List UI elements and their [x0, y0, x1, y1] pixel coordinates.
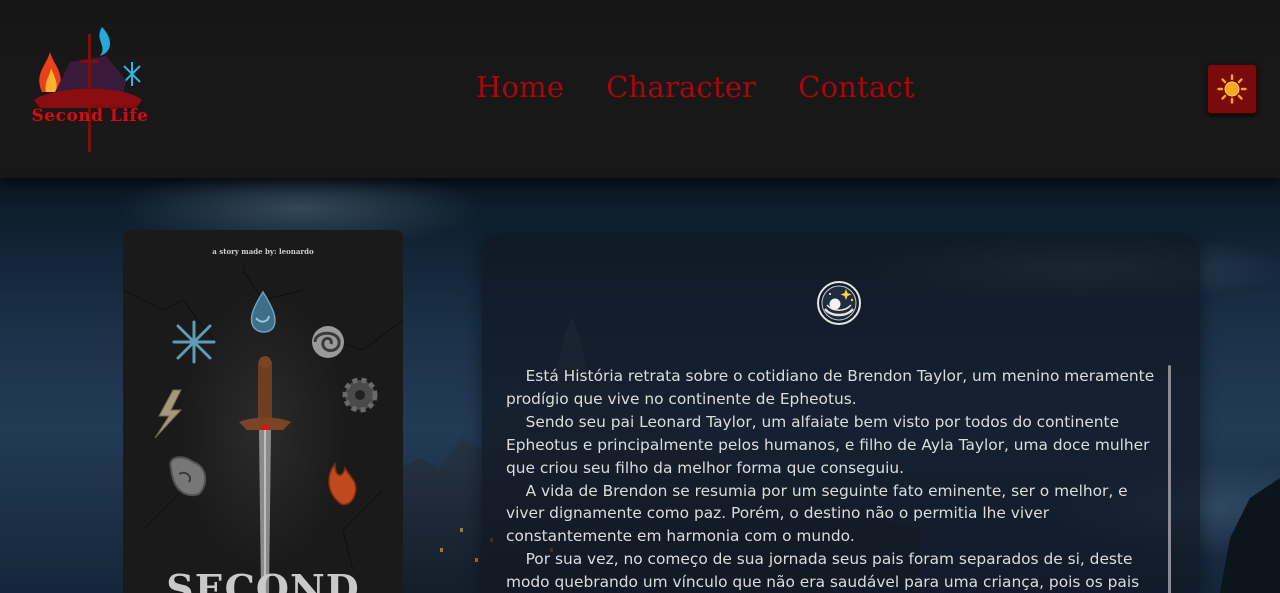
earth-icon — [169, 456, 207, 497]
fire-icon — [328, 461, 357, 506]
story-paragraph: Por sua vez, no começo de sua jornada se… — [506, 548, 1161, 593]
sun-icon — [1217, 74, 1247, 104]
story-paragraph-text: Sendo seu pai Leonard Taylor, um alfaiat… — [506, 412, 1150, 477]
nav-home[interactable]: Home — [476, 70, 564, 104]
logo-emblem-icon — [34, 27, 142, 152]
lightning-icon — [154, 389, 183, 439]
cliff-silhouette — [1220, 478, 1280, 593]
story-scrollbar[interactable] — [1168, 365, 1171, 593]
cover-title: SECOND — [166, 566, 360, 593]
nav-character[interactable]: Character — [606, 70, 756, 104]
moon-stars-icon — [817, 281, 861, 325]
main-nav: Home Character Contact — [476, 70, 915, 104]
nav-contact[interactable]: Contact — [798, 70, 915, 104]
book-cover: a story made by: leonardo SECOND — [123, 230, 403, 593]
story-text: Está História retrata sobre o cotidiano … — [506, 365, 1161, 593]
metal-icon — [342, 377, 378, 413]
site-logo[interactable]: Second Life — [24, 22, 156, 154]
theme-toggle-button[interactable] — [1207, 64, 1257, 114]
story-paragraph: Está História retrata sobre o cotidiano … — [506, 365, 1161, 411]
story-paragraph-text: Está História retrata sobre o cotidiano … — [506, 367, 1155, 408]
sword-icon — [239, 356, 291, 593]
story-panel: Está História retrata sobre o cotidiano … — [482, 238, 1200, 593]
logo-text: Second Life — [31, 106, 149, 126]
story-paragraph-text: A vida de Brendon se resumia por um segu… — [506, 481, 1128, 546]
cover-art — [123, 269, 403, 593]
story-paragraph-text: Por sua vez, no começo de sua jornada se… — [506, 550, 1140, 592]
ice-icon — [172, 320, 216, 364]
wind-icon — [312, 326, 344, 358]
story-paragraph: A vida de Brendon se resumia por um segu… — [506, 480, 1161, 549]
site-header: Second Life Home Character Contact — [0, 0, 1280, 178]
story-paragraph: Sendo seu pai Leonard Taylor, um alfaiat… — [506, 411, 1161, 480]
